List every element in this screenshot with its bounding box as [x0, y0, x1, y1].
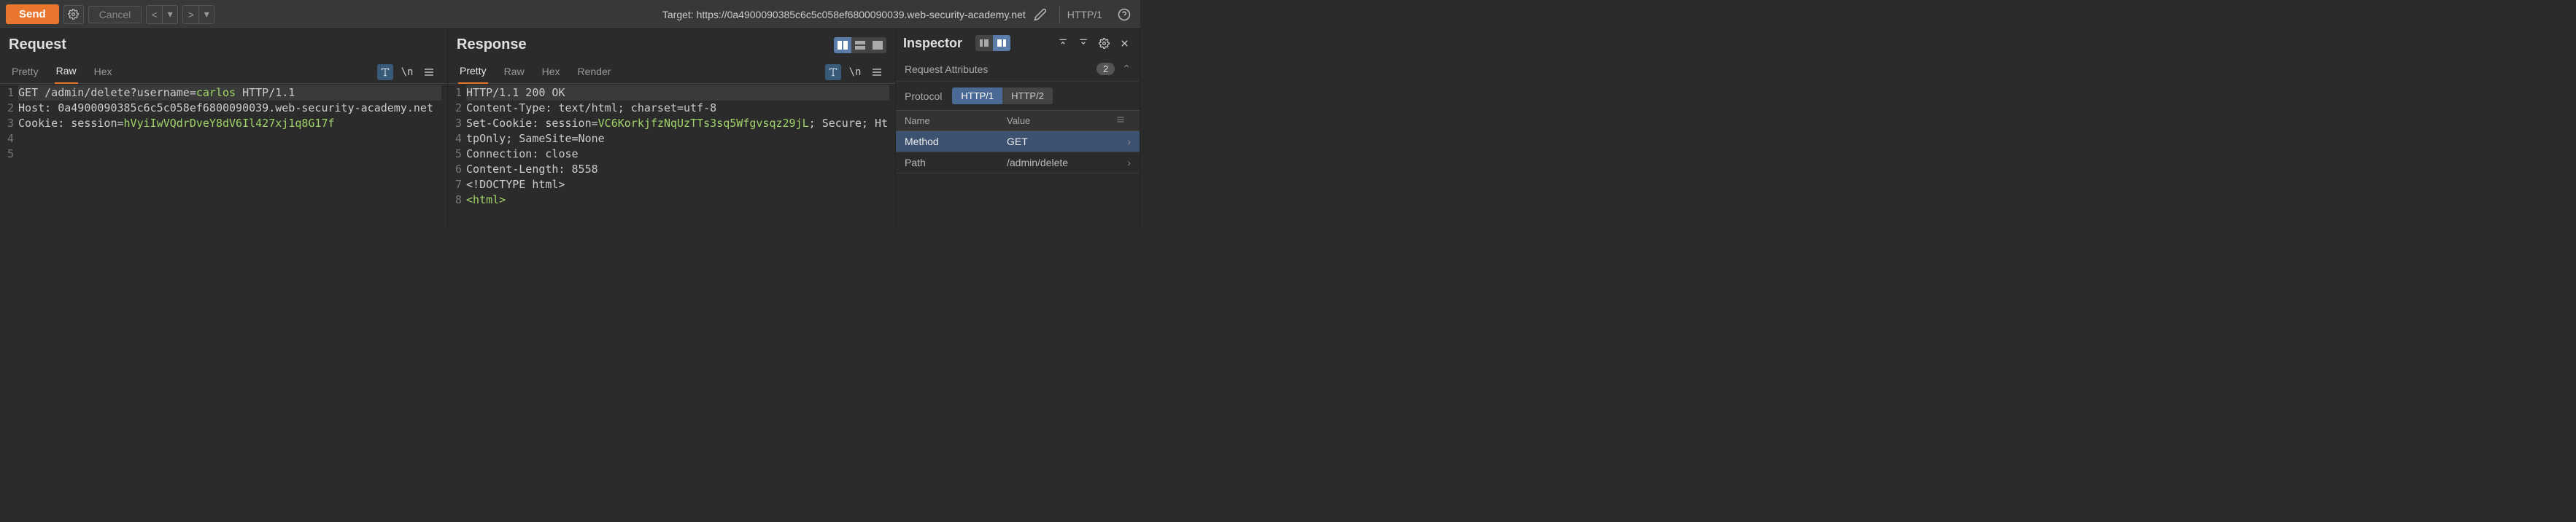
http-version-label[interactable]: HTTP/1	[1059, 7, 1110, 23]
chevron-right-icon: ›	[1116, 157, 1131, 168]
protocol-row: Protocol HTTP/1 HTTP/2	[896, 82, 1140, 110]
newline-icon[interactable]: \n	[399, 64, 415, 80]
layout-rows-icon[interactable]	[851, 37, 869, 53]
inspector-panel: Inspector Request Attributes 2 ⌃ Protoco…	[896, 29, 1140, 230]
history-forward-dropdown[interactable]: ▾	[198, 5, 214, 24]
tab-pretty[interactable]: Pretty	[10, 61, 40, 83]
column-settings-icon[interactable]	[1116, 115, 1131, 126]
gear-icon[interactable]	[63, 5, 84, 24]
hamburger-icon[interactable]	[869, 64, 885, 80]
response-title: Response	[457, 36, 527, 53]
chevron-right-icon: ›	[1116, 136, 1131, 147]
tab-pretty[interactable]: Pretty	[458, 61, 488, 84]
attributes-table: Name Value MethodGET›Path/admin/delete›	[896, 110, 1140, 174]
target-label: Target: https://0a4900090385c6c5c058ef68…	[662, 9, 1026, 20]
layout-toggles	[834, 37, 886, 53]
request-panel: Request Pretty Raw Hex \n 12345 GET /adm…	[0, 29, 448, 230]
request-tabs: Pretty Raw Hex \n	[0, 58, 447, 84]
attr-name: Method	[905, 136, 1007, 147]
tab-hex[interactable]: Hex	[93, 61, 114, 83]
column-value: Value	[1007, 115, 1116, 126]
expand-up-icon[interactable]	[1055, 35, 1071, 51]
collapse-down-icon[interactable]	[1075, 35, 1091, 51]
actions-icon[interactable]	[825, 64, 841, 80]
tab-raw[interactable]: Raw	[503, 61, 526, 83]
request-title: Request	[9, 36, 66, 53]
tab-hex[interactable]: Hex	[541, 61, 562, 83]
layout-columns-icon[interactable]	[834, 37, 851, 53]
edit-target-icon[interactable]	[1030, 5, 1051, 24]
actions-icon[interactable]	[377, 64, 393, 80]
column-name: Name	[905, 115, 1007, 126]
table-row[interactable]: Path/admin/delete›	[896, 152, 1140, 174]
inspector-title: Inspector	[903, 36, 962, 51]
history-back-group: < ▾	[146, 5, 178, 24]
history-forward-button[interactable]: >	[182, 5, 198, 24]
tab-render[interactable]: Render	[576, 61, 613, 83]
attr-value: GET	[1007, 136, 1116, 147]
history-forward-group: > ▾	[182, 5, 214, 24]
tab-raw[interactable]: Raw	[55, 61, 78, 84]
close-icon[interactable]	[1116, 35, 1132, 51]
response-panel: Response Pretty Raw Hex Render \n 123456…	[448, 29, 896, 230]
layout-single-icon[interactable]	[869, 37, 886, 53]
response-editor[interactable]: 12345678 HTTP/1.1 200 OKContent-Type: te…	[448, 84, 895, 230]
top-toolbar: Send Cancel < ▾ > ▾ Target: https://0a49…	[0, 0, 1140, 29]
response-tabs: Pretty Raw Hex Render \n	[448, 58, 895, 84]
history-back-dropdown[interactable]: ▾	[162, 5, 178, 24]
history-back-button[interactable]: <	[146, 5, 162, 24]
protocol-label: Protocol	[905, 90, 942, 102]
inspector-layout-2-icon[interactable]	[993, 35, 1010, 51]
help-icon[interactable]	[1114, 5, 1134, 24]
newline-icon[interactable]: \n	[847, 64, 863, 80]
protocol-http2-button[interactable]: HTTP/2	[1002, 87, 1053, 104]
attributes-count-badge: 2	[1096, 63, 1115, 75]
hamburger-icon[interactable]	[421, 64, 437, 80]
send-button[interactable]: Send	[6, 4, 59, 24]
attr-name: Path	[905, 157, 1007, 168]
attr-value: /admin/delete	[1007, 157, 1116, 168]
request-attributes-section[interactable]: Request Attributes 2 ⌃	[896, 57, 1140, 82]
table-row[interactable]: MethodGET›	[896, 131, 1140, 152]
request-editor[interactable]: 12345 GET /admin/delete?username=carlos …	[0, 84, 447, 230]
request-attributes-label: Request Attributes	[905, 63, 988, 75]
cancel-button[interactable]: Cancel	[88, 6, 142, 23]
chevron-up-icon[interactable]: ⌃	[1122, 63, 1131, 75]
protocol-http1-button[interactable]: HTTP/1	[952, 87, 1002, 104]
inspector-layout-1-icon[interactable]	[975, 35, 993, 51]
gear-icon[interactable]	[1096, 35, 1112, 51]
